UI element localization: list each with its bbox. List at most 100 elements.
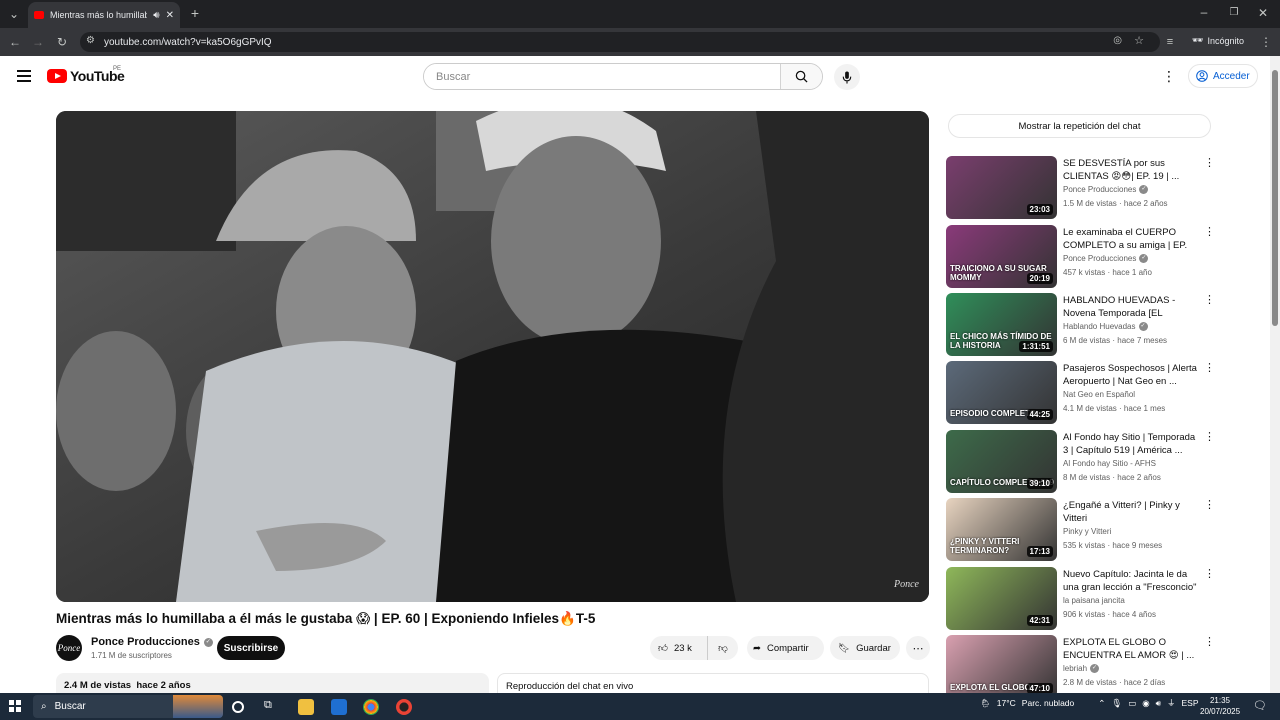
save-button[interactable]: 🔖︎ Guardar xyxy=(830,636,900,660)
bookmark-star-icon[interactable]: ☆ xyxy=(1134,34,1144,47)
video-thumbnail[interactable]: EXPLOTA EL GLOBO 47:10 xyxy=(946,635,1057,698)
video-title[interactable]: HABLANDO HUEVADAS - Novena Temporada [EL… xyxy=(1063,294,1201,320)
address-bar[interactable]: ⚙︎ youtube.com/watch?v=ka5O6gGPvIQ ◎ ☆ xyxy=(80,32,1160,52)
channel-name[interactable]: Pinky y Vitteri xyxy=(1063,527,1111,536)
video-title[interactable]: SE DESVESTÍA por sus CLIENTAS 😡😳| EP. 19… xyxy=(1063,157,1201,183)
recommended-video[interactable]: EPISODIO COMPLETO 44:25 Pasajeros Sospecho… xyxy=(946,361,1216,425)
video-thumbnail[interactable]: CAPÍTULO COMPLETO 519 39:10 xyxy=(946,430,1057,493)
video-title[interactable]: EXPLOTA EL GLOBO O ENCUENTRA EL AMOR 😍 |… xyxy=(1063,636,1201,662)
network-icon[interactable]: ◉ xyxy=(1142,698,1149,709)
microphone-icon xyxy=(842,70,852,84)
minimize-icon[interactable]: – xyxy=(1196,5,1212,19)
channel-name-text: Ponce Producciones xyxy=(1063,254,1137,263)
browser-tab[interactable]: Mientras más lo humillaba a él más le gu… xyxy=(28,2,180,28)
more-vert-icon[interactable]: ⋮ xyxy=(1204,158,1215,169)
youtube-logo[interactable]: YouTube PE xyxy=(47,66,125,84)
show-chat-replay-button[interactable]: Mostrar la repetición del chat xyxy=(948,114,1211,138)
settings-menu-icon[interactable]: ⋮ xyxy=(1162,68,1176,84)
channel-name[interactable]: Al Fondo hay Sitio - AFHS xyxy=(1063,459,1156,468)
channel-name[interactable]: Ponce Producciones ✓ xyxy=(91,636,213,648)
recommended-video[interactable]: EL CHICO MÁS TÍMIDO DE LA HISTORIA 1:31:5… xyxy=(946,293,1216,357)
channel-name[interactable]: la paisana jancita xyxy=(1063,596,1125,605)
restore-icon[interactable]: ❐ xyxy=(1226,6,1242,20)
battery-icon[interactable]: ▭ xyxy=(1128,698,1136,709)
close-window-icon[interactable]: ✕ xyxy=(1255,6,1271,20)
weather-icon[interactable]: 🌦︎ xyxy=(980,698,991,709)
search-input[interactable] xyxy=(424,64,780,89)
reading-list-icon[interactable]: ≡ xyxy=(1162,35,1178,49)
video-title[interactable]: Al Fondo hay Sitio | Temporada 3 | Capít… xyxy=(1063,431,1201,457)
more-vert-icon[interactable]: ⋮ xyxy=(1204,227,1215,238)
guide-menu-icon[interactable] xyxy=(17,70,31,82)
more-vert-icon[interactable]: ⋮ xyxy=(1204,295,1215,306)
reload-icon[interactable]: ↻ xyxy=(54,35,70,49)
tab-search-icon[interactable]: ⌄ xyxy=(6,7,22,21)
recommended-video[interactable]: TRAICIONO A SU SUGAR MOMMY 20:19 Le examin… xyxy=(946,225,1216,289)
recommended-video[interactable]: ¿PINKY Y VITTERI TERMINARON? 17:13 ¿Engañé… xyxy=(946,498,1216,562)
chrome-menu-icon[interactable]: ⋮ xyxy=(1258,35,1274,49)
chrome-incognito-icon[interactable] xyxy=(396,699,412,715)
site-info-icon[interactable]: ⚙︎ xyxy=(86,35,95,46)
video-thumbnail[interactable]: TRAICIONO A SU SUGAR MOMMY 20:19 xyxy=(946,225,1057,288)
video-thumbnail[interactable]: ¿PINKY Y VITTERI TERMINARON? 17:13 xyxy=(946,498,1057,561)
more-actions-button[interactable]: ⋯ xyxy=(906,636,930,660)
file-explorer-icon[interactable] xyxy=(298,699,314,715)
voice-search-button[interactable] xyxy=(834,64,860,90)
cortana-icon[interactable] xyxy=(232,701,244,713)
tray-chevron-icon[interactable]: ⌃ xyxy=(1098,698,1105,709)
channel-name[interactable]: Nat Geo en Español xyxy=(1063,390,1135,399)
temperature[interactable]: 17°C xyxy=(997,698,1016,708)
more-vert-icon[interactable]: ⋮ xyxy=(1204,432,1215,443)
store-icon[interactable] xyxy=(331,699,347,715)
channel-avatar[interactable]: Ponce xyxy=(56,635,82,661)
more-vert-icon[interactable]: ⋮ xyxy=(1204,569,1215,580)
language-indicator[interactable]: ESP xyxy=(1182,698,1199,708)
more-vert-icon[interactable]: ⋮ xyxy=(1204,500,1215,511)
video-player[interactable]: Ponce xyxy=(56,111,929,602)
channel-name[interactable]: Hablando Huevadas ✓ xyxy=(1063,322,1148,331)
windows-start-icon[interactable] xyxy=(9,700,21,712)
page-scrollbar[interactable] xyxy=(1270,56,1280,693)
weather-text[interactable]: Parc. nublado xyxy=(1022,698,1074,708)
taskbar-clock[interactable]: 21:35 20/07/2025 xyxy=(1200,695,1240,717)
more-vert-icon[interactable]: ⋮ xyxy=(1204,363,1215,374)
video-title[interactable]: Nuevo Capítulo: Jacinta le da una gran l… xyxy=(1063,568,1201,594)
channel-name[interactable]: lebriah ✓ xyxy=(1063,664,1100,673)
new-tab-icon[interactable]: + xyxy=(187,6,203,20)
video-title[interactable]: ¿Engañé a Vitteri? | Pinky y Vitteri xyxy=(1063,499,1201,525)
task-view-icon[interactable]: ⧉ xyxy=(264,699,280,715)
incognito-icon: 🕶︎ xyxy=(1192,35,1204,45)
search-button[interactable] xyxy=(780,64,822,89)
eye-off-icon[interactable]: ◎ xyxy=(1113,35,1122,46)
usb-icon[interactable]: ⏚ xyxy=(1167,697,1176,709)
scrollbar-thumb[interactable] xyxy=(1272,70,1278,326)
video-thumbnail[interactable]: 23:03 xyxy=(946,156,1057,219)
dislike-button[interactable]: 👎︎ xyxy=(708,642,738,654)
volume-icon[interactable]: 🔊︎ xyxy=(1156,698,1161,709)
like-button[interactable]: 👍︎ 23 k xyxy=(650,636,708,660)
more-vert-icon[interactable]: ⋮ xyxy=(1204,637,1215,648)
incognito-indicator[interactable]: 🕶︎ Incógnito xyxy=(1192,35,1244,46)
subscribe-button[interactable]: Suscribirse xyxy=(217,636,285,660)
speaker-icon[interactable]: 🔊︎ xyxy=(153,10,159,21)
recommended-video[interactable]: EXPLOTA EL GLOBO 47:10 EXPLOTA EL GLOBO O … xyxy=(946,635,1216,699)
notifications-icon[interactable]: 🗨︎ xyxy=(1253,699,1267,712)
signin-button[interactable]: Acceder xyxy=(1188,64,1258,88)
channel-name[interactable]: Ponce Producciones ✓ xyxy=(1063,254,1149,263)
share-button[interactable]: ➦ Compartir xyxy=(747,636,824,660)
close-tab-icon[interactable]: ✕ xyxy=(166,10,174,21)
video-title[interactable]: Le examinaba el CUERPO COMPLETO a su ami… xyxy=(1063,226,1201,252)
video-thumbnail[interactable]: 42:31 xyxy=(946,567,1057,630)
recommended-video[interactable]: CAPÍTULO COMPLETO 519 39:10 Al Fondo hay S… xyxy=(946,430,1216,494)
forward-icon[interactable]: → xyxy=(30,35,46,49)
recommended-video[interactable]: 23:03 SE DESVESTÍA por sus CLIENTAS 😡😳| E… xyxy=(946,156,1216,220)
video-thumbnail[interactable]: EPISODIO COMPLETO 44:25 xyxy=(946,361,1057,424)
video-thumbnail[interactable]: EL CHICO MÁS TÍMIDO DE LA HISTORIA 1:31:5… xyxy=(946,293,1057,356)
mic-tray-icon[interactable]: 🎙︎ xyxy=(1111,698,1122,709)
back-icon[interactable]: ← xyxy=(7,35,23,49)
video-title[interactable]: Pasajeros Sospechosos | Alerta Aeropuert… xyxy=(1063,362,1201,388)
chrome-icon[interactable] xyxy=(363,699,379,715)
channel-name[interactable]: Ponce Producciones ✓ xyxy=(1063,185,1149,194)
taskbar-search[interactable]: ⌕ Buscar xyxy=(33,695,223,718)
recommended-video[interactable]: 42:31 Nuevo Capítulo: Jacinta le da una g… xyxy=(946,567,1216,631)
